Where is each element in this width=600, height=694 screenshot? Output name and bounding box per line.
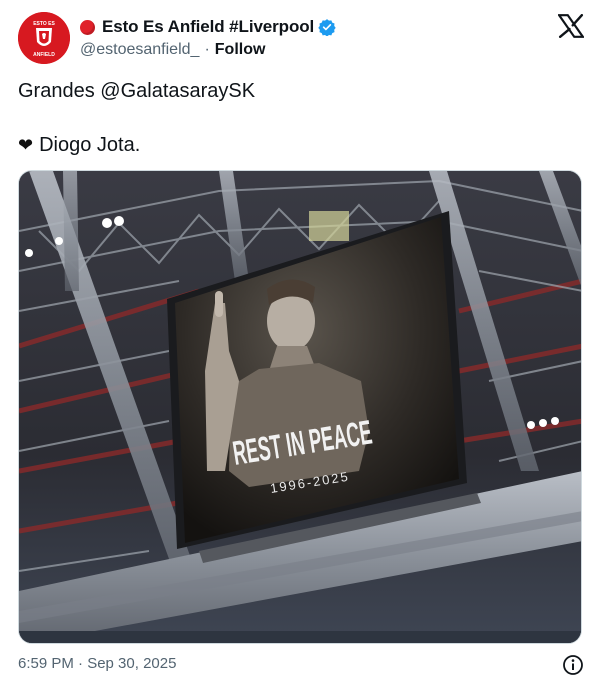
tweet-photo[interactable]: REST IN PEACE 1996-2025 — [18, 170, 582, 644]
red-circle-emoji — [80, 19, 95, 35]
svg-text:ANFIELD: ANFIELD — [33, 52, 55, 58]
verified-badge-icon — [318, 18, 336, 36]
tweet-text: Grandes @GalatasaraySK ❤ Diogo Jota. — [18, 78, 578, 158]
display-name[interactable]: Esto Es Anfield #Liverpool — [102, 17, 314, 37]
tweet-line-1: Grandes @GalatasaraySK — [18, 80, 256, 102]
info-icon[interactable] — [562, 654, 584, 676]
follow-button[interactable]: Follow — [215, 41, 266, 59]
x-logo-icon[interactable] — [557, 13, 585, 39]
tweet-footer: 6:59 PM · Sep 30, 2025 — [18, 654, 584, 676]
stadium-photo: REST IN PEACE 1996-2025 — [19, 171, 581, 643]
handle[interactable]: @estoesanfield_ — [80, 41, 199, 59]
separator: · — [204, 41, 210, 58]
avatar[interactable]: ESTO ES ANFIELD — [18, 12, 70, 64]
heart-icon: ❤ — [18, 135, 34, 155]
svg-text:ESTO ES: ESTO ES — [33, 21, 55, 27]
tweet-header: ESTO ES ANFIELD Esto Es Anfield #Liverpo… — [18, 12, 585, 68]
tweet-line-2: ❤ Diogo Jota. — [18, 132, 578, 158]
timestamp[interactable]: 6:59 PM · Sep 30, 2025 — [18, 655, 176, 672]
tweet-line-2-text: Diogo Jota. — [39, 134, 141, 156]
